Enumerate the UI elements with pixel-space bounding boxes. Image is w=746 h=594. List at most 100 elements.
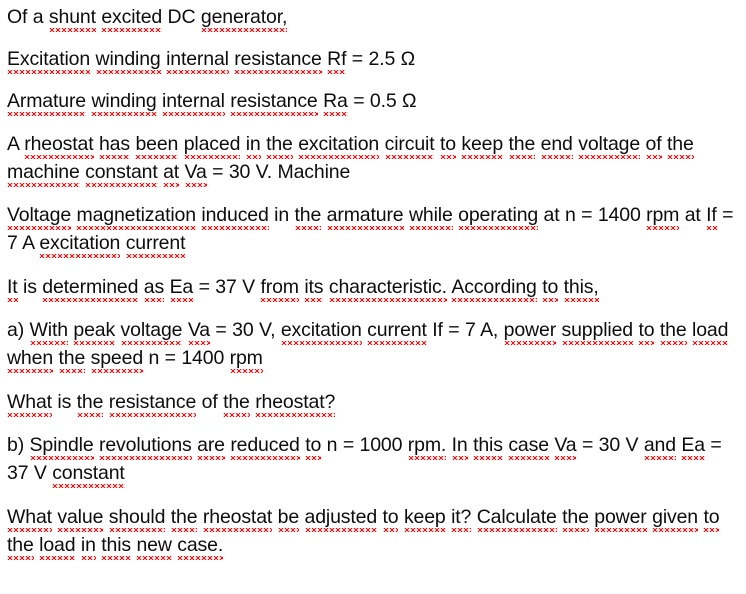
misspelled-word[interactable]: this [473, 434, 503, 460]
misspelled-word[interactable]: and [643, 434, 676, 460]
misspelled-word[interactable]: Armature [7, 90, 86, 116]
misspelled-word[interactable]: shunt [48, 6, 96, 32]
misspelled-word[interactable]: this [101, 534, 131, 560]
misspelled-word[interactable]: load [39, 534, 76, 560]
misspelled-word[interactable]: machine [7, 161, 80, 187]
misspelled-word[interactable]: the [223, 391, 250, 417]
misspelled-word[interactable]: the [659, 319, 687, 345]
misspelled-word[interactable]: resistance [230, 90, 318, 116]
misspelled-word[interactable]: rpm. [407, 434, 446, 460]
misspelled-word[interactable]: internal [162, 90, 225, 116]
misspelled-word[interactable]: of [645, 133, 662, 159]
misspelled-word[interactable]: excitation [298, 133, 379, 159]
misspelled-word[interactable]: magnetization [76, 204, 196, 230]
misspelled-word[interactable]: In [451, 434, 468, 460]
misspelled-word[interactable]: case. [177, 534, 223, 560]
misspelled-word[interactable]: the [58, 347, 85, 373]
misspelled-word[interactable]: it? [451, 506, 471, 532]
misspelled-word[interactable]: the [562, 506, 589, 532]
misspelled-word[interactable]: speed [90, 347, 143, 373]
misspelled-word[interactable]: resistance [108, 391, 196, 417]
misspelled-word[interactable]: end [540, 133, 573, 159]
misspelled-word[interactable]: It [7, 276, 18, 302]
misspelled-word[interactable]: excited [101, 6, 162, 32]
misspelled-word[interactable]: armature [326, 204, 404, 230]
misspelled-word[interactable]: supplied [561, 319, 633, 345]
misspelled-word[interactable]: winding [95, 48, 161, 74]
misspelled-word[interactable]: rheostat [24, 133, 94, 159]
misspelled-word[interactable]: peak [73, 319, 115, 345]
misspelled-word[interactable]: load [692, 319, 728, 345]
misspelled-word[interactable]: rheostat [202, 506, 272, 532]
misspelled-word[interactable]: Excitation [7, 48, 90, 74]
misspelled-word[interactable]: constant [85, 161, 158, 187]
misspelled-word[interactable]: rpm [646, 204, 679, 230]
misspelled-word[interactable]: Ra [323, 90, 348, 116]
misspelled-word[interactable]: in [80, 534, 96, 560]
misspelled-word[interactable]: excitation [39, 232, 120, 258]
misspelled-word[interactable]: to [382, 506, 399, 532]
misspelled-word[interactable]: rpm [229, 347, 263, 373]
misspelled-word[interactable]: power [503, 319, 556, 345]
misspelled-word[interactable]: has [98, 133, 130, 159]
misspelled-word[interactable]: If [706, 204, 717, 230]
misspelled-word[interactable]: Va [554, 434, 577, 460]
misspelled-word[interactable]: voltage [120, 319, 183, 345]
misspelled-word[interactable]: the [294, 204, 321, 230]
misspelled-word[interactable]: in [245, 133, 261, 159]
misspelled-word[interactable]: current [367, 319, 427, 345]
misspelled-word[interactable]: to [703, 506, 720, 532]
misspelled-word[interactable]: from [260, 276, 299, 302]
misspelled-word[interactable]: What [7, 506, 52, 532]
misspelled-word[interactable]: Ea [681, 434, 705, 460]
misspelled-word[interactable]: Calculate [476, 506, 557, 532]
misspelled-word[interactable]: revolutions [99, 434, 192, 460]
misspelled-word[interactable]: to [305, 434, 321, 460]
misspelled-word[interactable]: this, [563, 276, 599, 302]
misspelled-word[interactable]: placed [183, 133, 240, 159]
misspelled-word[interactable]: while [408, 204, 453, 230]
misspelled-word[interactable]: the [76, 391, 103, 417]
misspelled-word[interactable]: According [451, 276, 537, 302]
misspelled-word[interactable]: are [197, 434, 225, 460]
misspelled-word[interactable]: to [542, 276, 558, 302]
misspelled-word[interactable]: been [135, 133, 178, 159]
misspelled-word[interactable]: to [638, 319, 655, 345]
misspelled-word[interactable]: to [439, 133, 456, 159]
misspelled-word[interactable]: What [7, 391, 52, 417]
misspelled-word[interactable]: Rf [327, 48, 346, 74]
misspelled-word[interactable]: determined [42, 276, 138, 302]
misspelled-word[interactable]: when [7, 347, 53, 373]
misspelled-word[interactable]: value [57, 506, 103, 532]
misspelled-word[interactable]: current [125, 232, 185, 258]
misspelled-word[interactable]: as [143, 276, 164, 302]
misspelled-word[interactable]: generator, [200, 6, 287, 32]
misspelled-word[interactable]: Va [184, 161, 207, 187]
misspelled-word[interactable]: case [508, 434, 549, 460]
misspelled-word[interactable]: given [652, 506, 698, 532]
misspelled-word[interactable]: winding [91, 90, 157, 116]
misspelled-word[interactable]: keep [403, 506, 446, 532]
misspelled-word[interactable]: at [163, 161, 179, 187]
misspelled-word[interactable]: should [108, 506, 165, 532]
misspelled-word[interactable]: be [277, 506, 299, 532]
misspelled-word[interactable]: induced [201, 204, 269, 230]
misspelled-word[interactable]: the [7, 534, 34, 560]
misspelled-word[interactable]: With [29, 319, 68, 345]
misspelled-word[interactable]: new [136, 534, 172, 560]
misspelled-word[interactable]: power [594, 506, 647, 532]
misspelled-word[interactable]: its [304, 276, 324, 302]
misspelled-word[interactable]: the [266, 133, 293, 159]
misspelled-word[interactable]: the [170, 506, 198, 532]
misspelled-word[interactable]: resistance [234, 48, 322, 74]
misspelled-word[interactable]: keep [461, 133, 503, 159]
misspelled-word[interactable]: rheostat? [255, 391, 335, 417]
misspelled-word[interactable]: voltage [578, 133, 640, 159]
misspelled-word[interactable]: excitation [280, 319, 362, 345]
misspelled-word[interactable]: constant [52, 462, 125, 488]
misspelled-word[interactable]: Ea [169, 276, 193, 302]
misspelled-word[interactable]: internal [166, 48, 229, 74]
misspelled-word[interactable]: Spindle [29, 434, 94, 460]
misspelled-word[interactable]: Va [187, 319, 210, 345]
misspelled-word[interactable]: the [666, 133, 694, 159]
